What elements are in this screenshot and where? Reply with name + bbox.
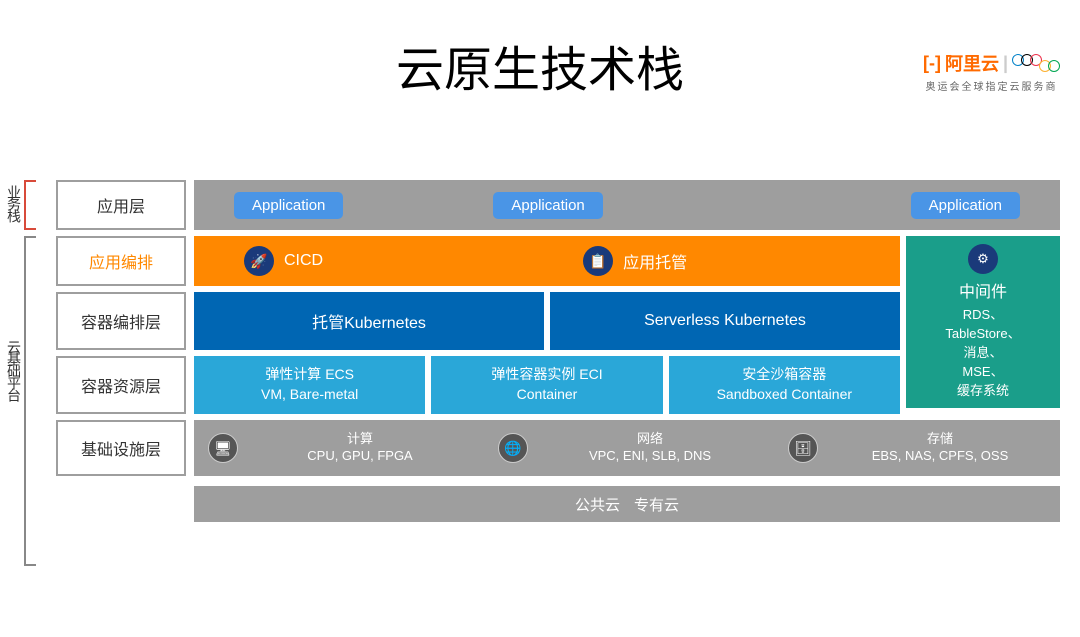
application-layer: Application Application Application bbox=[194, 180, 1060, 230]
kubernetes-layer: 托管Kubernetes Serverless Kubernetes bbox=[194, 292, 900, 350]
middleware-icon: ⚙ bbox=[968, 244, 998, 274]
slide-title: 云原生技术栈 bbox=[0, 30, 1080, 100]
middleware-item: TableStore、 bbox=[945, 323, 1020, 342]
storage-box: 🗄 存储 EBS, NAS, CPFS, OSS bbox=[782, 426, 1052, 470]
middleware-title: 中间件 bbox=[959, 278, 1007, 302]
compute-box: 🖥 计算 CPU, GPU, FPGA bbox=[202, 426, 472, 470]
middleware-item: MSE、 bbox=[962, 361, 1003, 380]
brand-name: 阿里云 bbox=[945, 50, 999, 76]
row-label-infra: 基础设施层 bbox=[56, 420, 186, 476]
row-label-app: 应用层 bbox=[56, 180, 186, 230]
middleware-item: 消息、 bbox=[963, 342, 1002, 361]
cicd-label: CICD bbox=[284, 252, 323, 270]
globe-icon: 🌐 bbox=[498, 433, 528, 463]
resource-layer: 弹性计算 ECS VM, Bare-metal 弹性容器实例 ECI Conta… bbox=[194, 356, 900, 414]
calendar-icon: 📋 bbox=[583, 246, 613, 276]
middleware-item: 缓存系统 bbox=[957, 380, 1009, 399]
bracket-business bbox=[24, 180, 36, 230]
infrastructure-layer: 🖥 计算 CPU, GPU, FPGA 🌐 网络 VPC, ENI, SLB, … bbox=[194, 420, 1060, 476]
ecs-box: 弹性计算 ECS VM, Bare-metal bbox=[194, 356, 425, 414]
sandbox-box: 安全沙箱容器 Sandboxed Container bbox=[669, 356, 900, 414]
rocket-icon: 🚀 bbox=[244, 246, 274, 276]
middleware-panel: ⚙ 中间件 RDS、 TableStore、 消息、 MSE、 缓存系统 bbox=[906, 236, 1060, 408]
brand-logo: [-] 阿里云 | 奥运会全球指定云服务商 bbox=[923, 50, 1060, 93]
olympic-rings-icon bbox=[1012, 54, 1060, 72]
public-cloud-label: 公共云 bbox=[575, 494, 620, 515]
brand-icon: [-] bbox=[923, 53, 941, 74]
managed-k8s: 托管Kubernetes bbox=[194, 292, 544, 350]
application-pill: Application bbox=[493, 192, 602, 219]
network-box: 🌐 网络 VPC, ENI, SLB, DNS bbox=[492, 426, 762, 470]
bracket-business-label: 业务栈 bbox=[4, 185, 24, 221]
hosting-label: 应用托管 bbox=[623, 249, 687, 273]
row-label-container: 容器编排层 bbox=[56, 292, 186, 350]
private-cloud-label: 专有云 bbox=[634, 494, 679, 515]
application-pill: Application bbox=[234, 192, 343, 219]
serverless-k8s: Serverless Kubernetes bbox=[550, 292, 900, 350]
bracket-platform bbox=[24, 236, 36, 566]
row-label-resource: 容器资源层 bbox=[56, 356, 186, 414]
application-pill: Application bbox=[911, 192, 1020, 219]
brand-tagline: 奥运会全球指定云服务商 bbox=[923, 78, 1060, 93]
row-label-orchestration: 应用编排 bbox=[56, 236, 186, 286]
middleware-item: RDS、 bbox=[963, 304, 1003, 323]
orchestration-layer: 🚀 CICD 📋 应用托管 bbox=[194, 236, 900, 286]
bracket-platform-label: 云基础平台 bbox=[4, 340, 24, 400]
database-icon: 🗄 bbox=[788, 433, 818, 463]
eci-box: 弹性容器实例 ECI Container bbox=[431, 356, 662, 414]
monitor-icon: 🖥 bbox=[208, 433, 238, 463]
cloud-type-layer: 公共云 专有云 bbox=[194, 486, 1060, 522]
